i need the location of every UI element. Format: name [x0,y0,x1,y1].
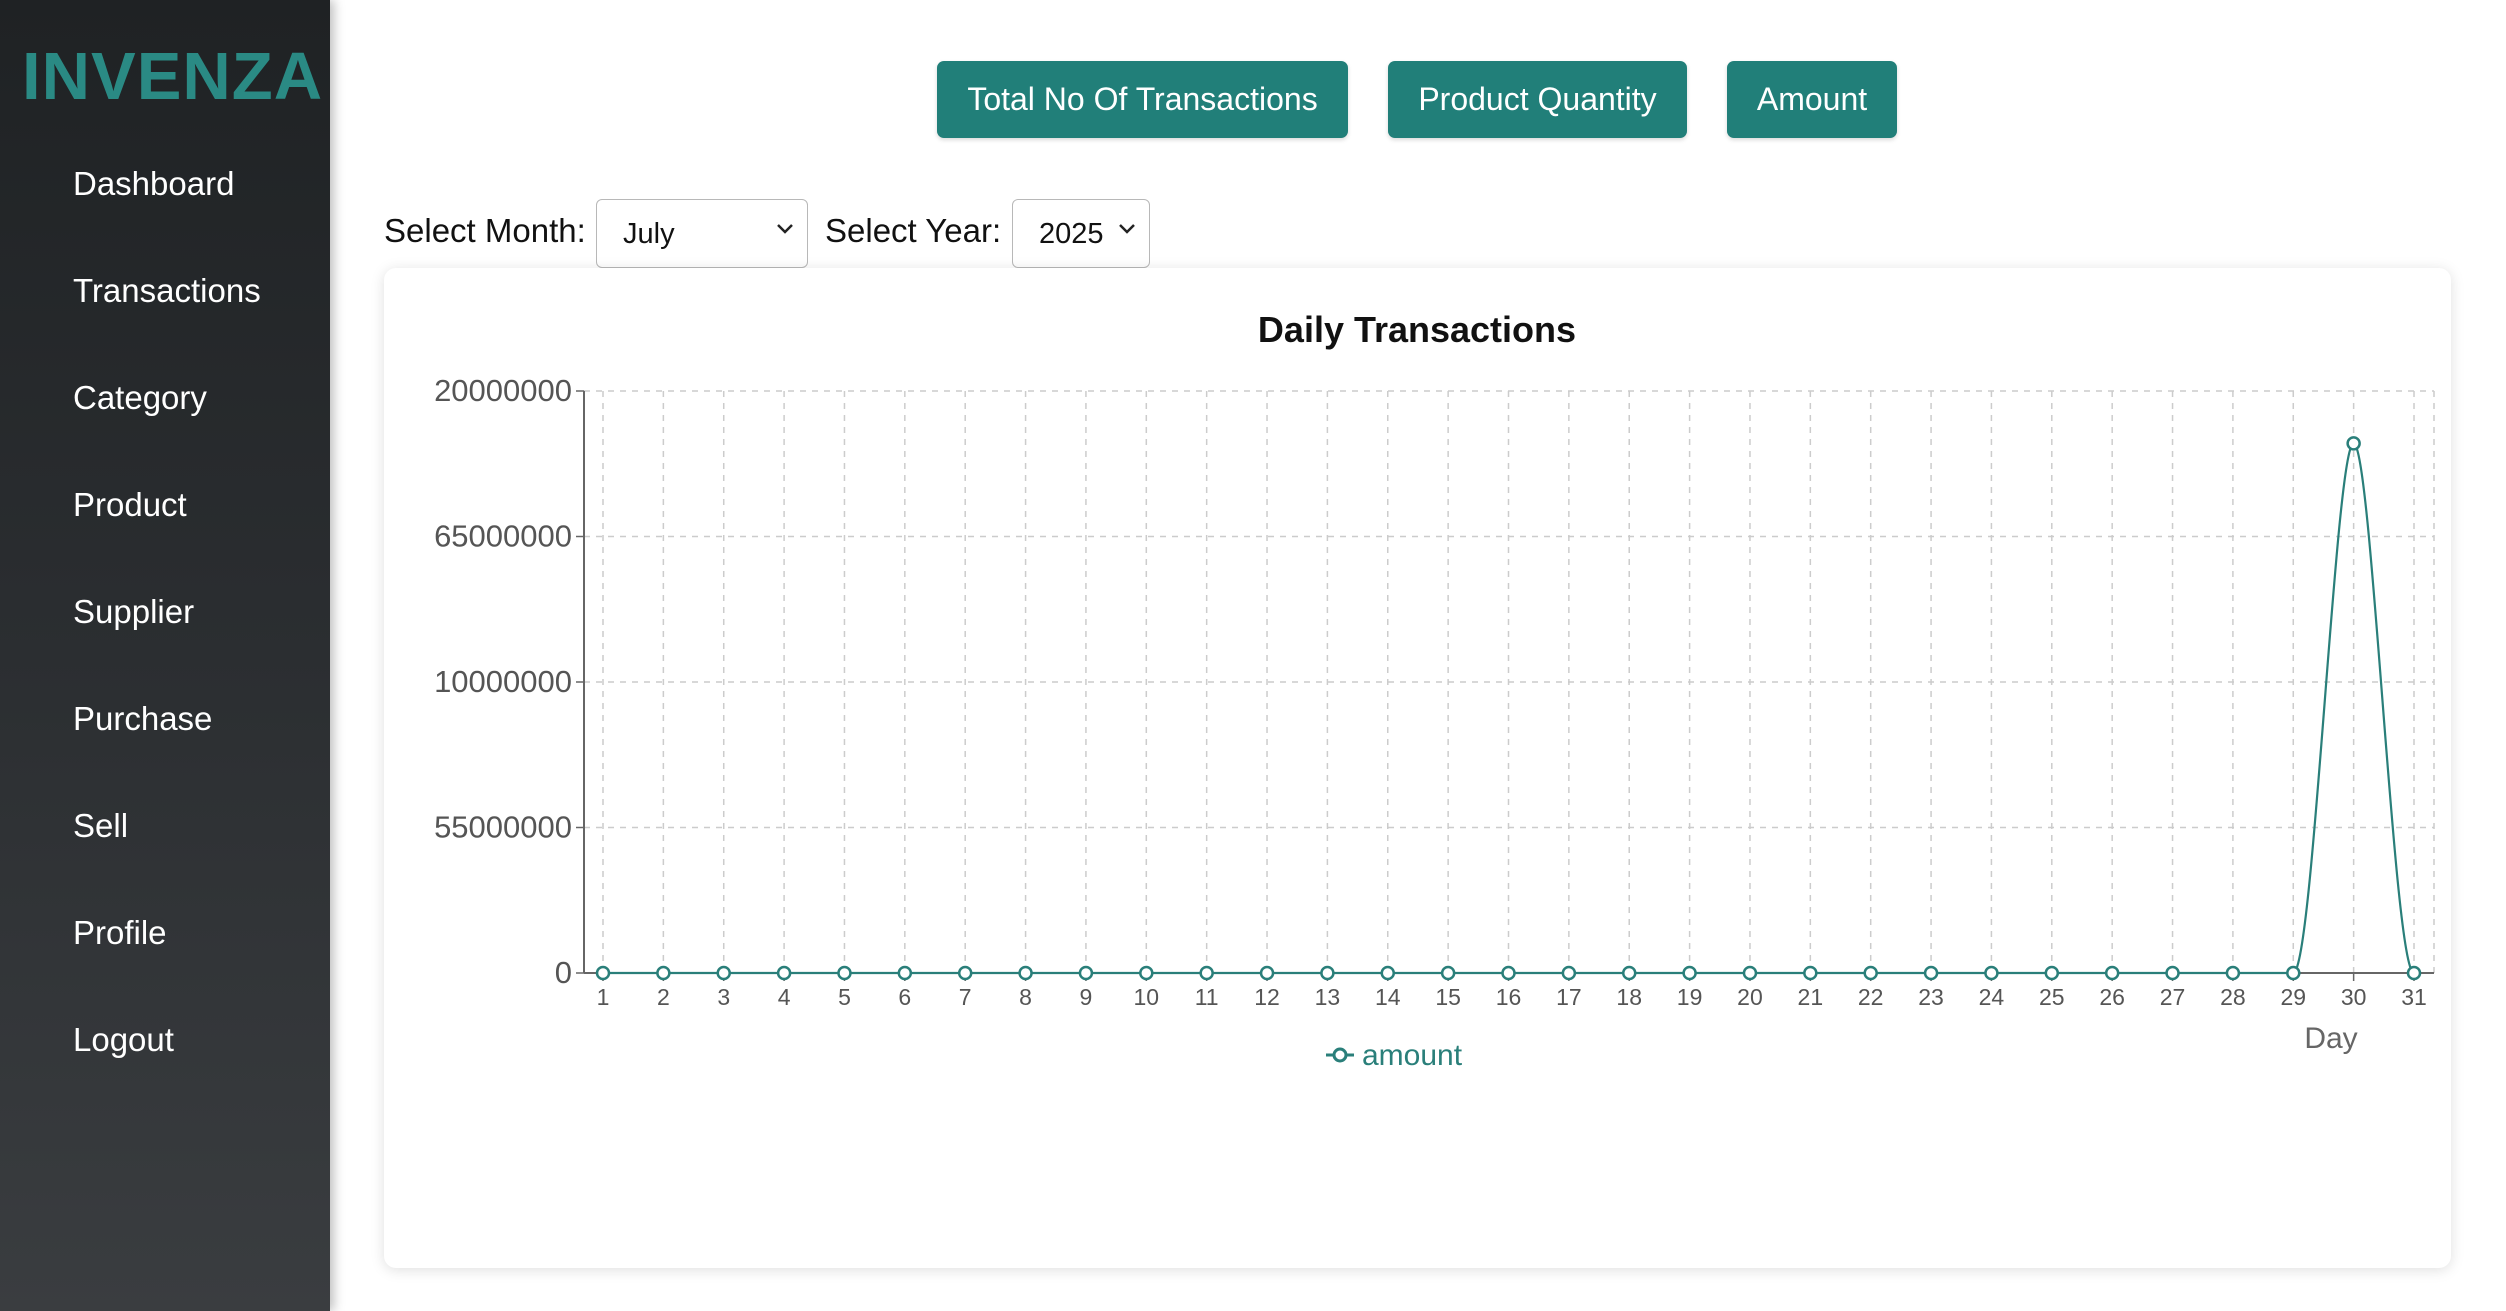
x-axis-label: Day [2304,1022,2357,1055]
legend-label-amount: amount [1362,1039,1463,1072]
data-point [1923,965,1939,981]
sidebar-item-supplier[interactable]: Supplier [73,593,194,631]
chart-card: Daily Transactions 0 55000000 10000000 6500… [384,268,2451,1268]
x-tick-label: 11 [1195,984,1219,1010]
x-tick-label: 1 [597,984,610,1010]
y-tick-label: 20000000 [434,373,572,408]
sidebar-item-category[interactable]: Category [73,379,207,417]
x-tick-label: 4 [778,984,791,1010]
x-tick-label: 8 [1019,984,1032,1010]
x-tick-label: 25 [2039,984,2065,1010]
x-tick-label: 15 [1435,984,1461,1010]
data-point [1501,965,1516,981]
data-point [2406,965,2422,981]
x-tick-label: 16 [1496,984,1522,1010]
x-tick-label: 19 [1677,984,1703,1010]
month-select-value: July [623,218,675,250]
data-point [776,965,792,981]
year-select[interactable]: 2025 [1012,199,1150,268]
x-tick-label: 26 [2099,984,2125,1010]
chart-legend[interactable]: amount [1326,1039,1463,1072]
chevron-down-icon [777,224,793,234]
sidebar-item-profile[interactable]: Profile [73,914,167,952]
data-point [957,965,973,981]
y-tick-label: 10000000 [434,664,572,699]
x-tick-label: 27 [2160,984,2186,1010]
data-point [1440,965,1456,981]
data-point [1803,965,1818,981]
data-point [656,965,671,981]
data-point [1018,965,1033,981]
tab-total-transactions[interactable]: Total No Of Transactions [937,61,1348,138]
x-tick-label: 22 [1858,984,1884,1010]
data-point [897,965,913,981]
chart-title: Daily Transactions [1258,309,1576,350]
x-tick-label: 29 [2280,984,2306,1010]
data-point [716,965,731,981]
data-point [2104,965,2120,981]
data-point [2346,436,2361,451]
x-tick-label: 12 [1254,984,1280,1010]
x-tick-label: 9 [1080,984,1093,1010]
x-tick-label: 7 [959,984,972,1010]
data-point [1621,965,1637,981]
month-label: Select Month: [384,212,586,249]
chevron-down-icon [1119,224,1135,234]
y-axis-ticks: 0 55000000 10000000 65000000 20000000 [434,373,584,990]
tab-amount[interactable]: Amount [1727,61,1897,138]
x-tick-label: 14 [1375,984,1401,1010]
data-point [2286,965,2301,981]
sidebar-item-sell[interactable]: Sell [73,807,128,845]
data-point [1199,965,1214,981]
x-tick-label: 10 [1134,984,1160,1010]
x-tick-label: 24 [1979,984,2005,1010]
data-point [1742,965,1758,981]
data-point [595,965,611,981]
daily-transactions-chart: Daily Transactions 0 55000000 10000000 6500… [434,309,2435,1072]
data-point [1863,965,1878,981]
x-tick-label: 18 [1616,984,1642,1010]
data-point [1380,965,1396,981]
data-point [2165,965,2180,981]
data-point [2044,965,2060,981]
data-point [837,965,852,981]
data-point [2225,965,2241,981]
chart-grid [584,390,2435,974]
data-point [1320,965,1335,981]
x-tick-label: 2 [657,984,670,1010]
x-tick-label: 17 [1556,984,1582,1010]
x-tick-label: 23 [1918,984,1944,1010]
legend-marker-icon [1332,1047,1348,1063]
sidebar-item-dashboard[interactable]: Dashboard [73,165,234,203]
data-point [1139,965,1154,981]
data-point [1078,965,1094,981]
x-tick-label: 30 [2341,984,2367,1010]
y-tick-label: 0 [555,955,572,990]
x-tick-label: 20 [1737,984,1763,1010]
year-label: Select Year: [825,212,1002,249]
sidebar: INVENZA Dashboard Transactions Category … [0,0,330,1311]
x-tick-label: 13 [1315,984,1341,1010]
month-select[interactable]: July [596,199,808,268]
data-point [1682,965,1697,981]
x-tick-label: 6 [898,984,911,1010]
tab-product-quantity[interactable]: Product Quantity [1388,61,1687,138]
x-tick-label: 5 [838,984,851,1010]
x-tick-label: 3 [717,984,730,1010]
year-select-value: 2025 [1039,218,1104,250]
data-point [1984,965,1999,981]
y-tick-label: 65000000 [434,519,572,554]
data-point [1561,965,1577,981]
y-tick-label: 55000000 [434,810,572,845]
x-tick-label: 31 [2401,984,2427,1010]
x-tick-label: 28 [2220,984,2246,1010]
sidebar-item-logout[interactable]: Logout [73,1021,174,1059]
sidebar-item-purchase[interactable]: Purchase [73,700,212,738]
sidebar-item-transactions[interactable]: Transactions [73,272,261,310]
brand-logo: INVENZA [22,39,324,114]
x-tick-label: 21 [1798,984,1824,1010]
sidebar-item-product[interactable]: Product [73,486,187,524]
data-point [1259,965,1275,981]
